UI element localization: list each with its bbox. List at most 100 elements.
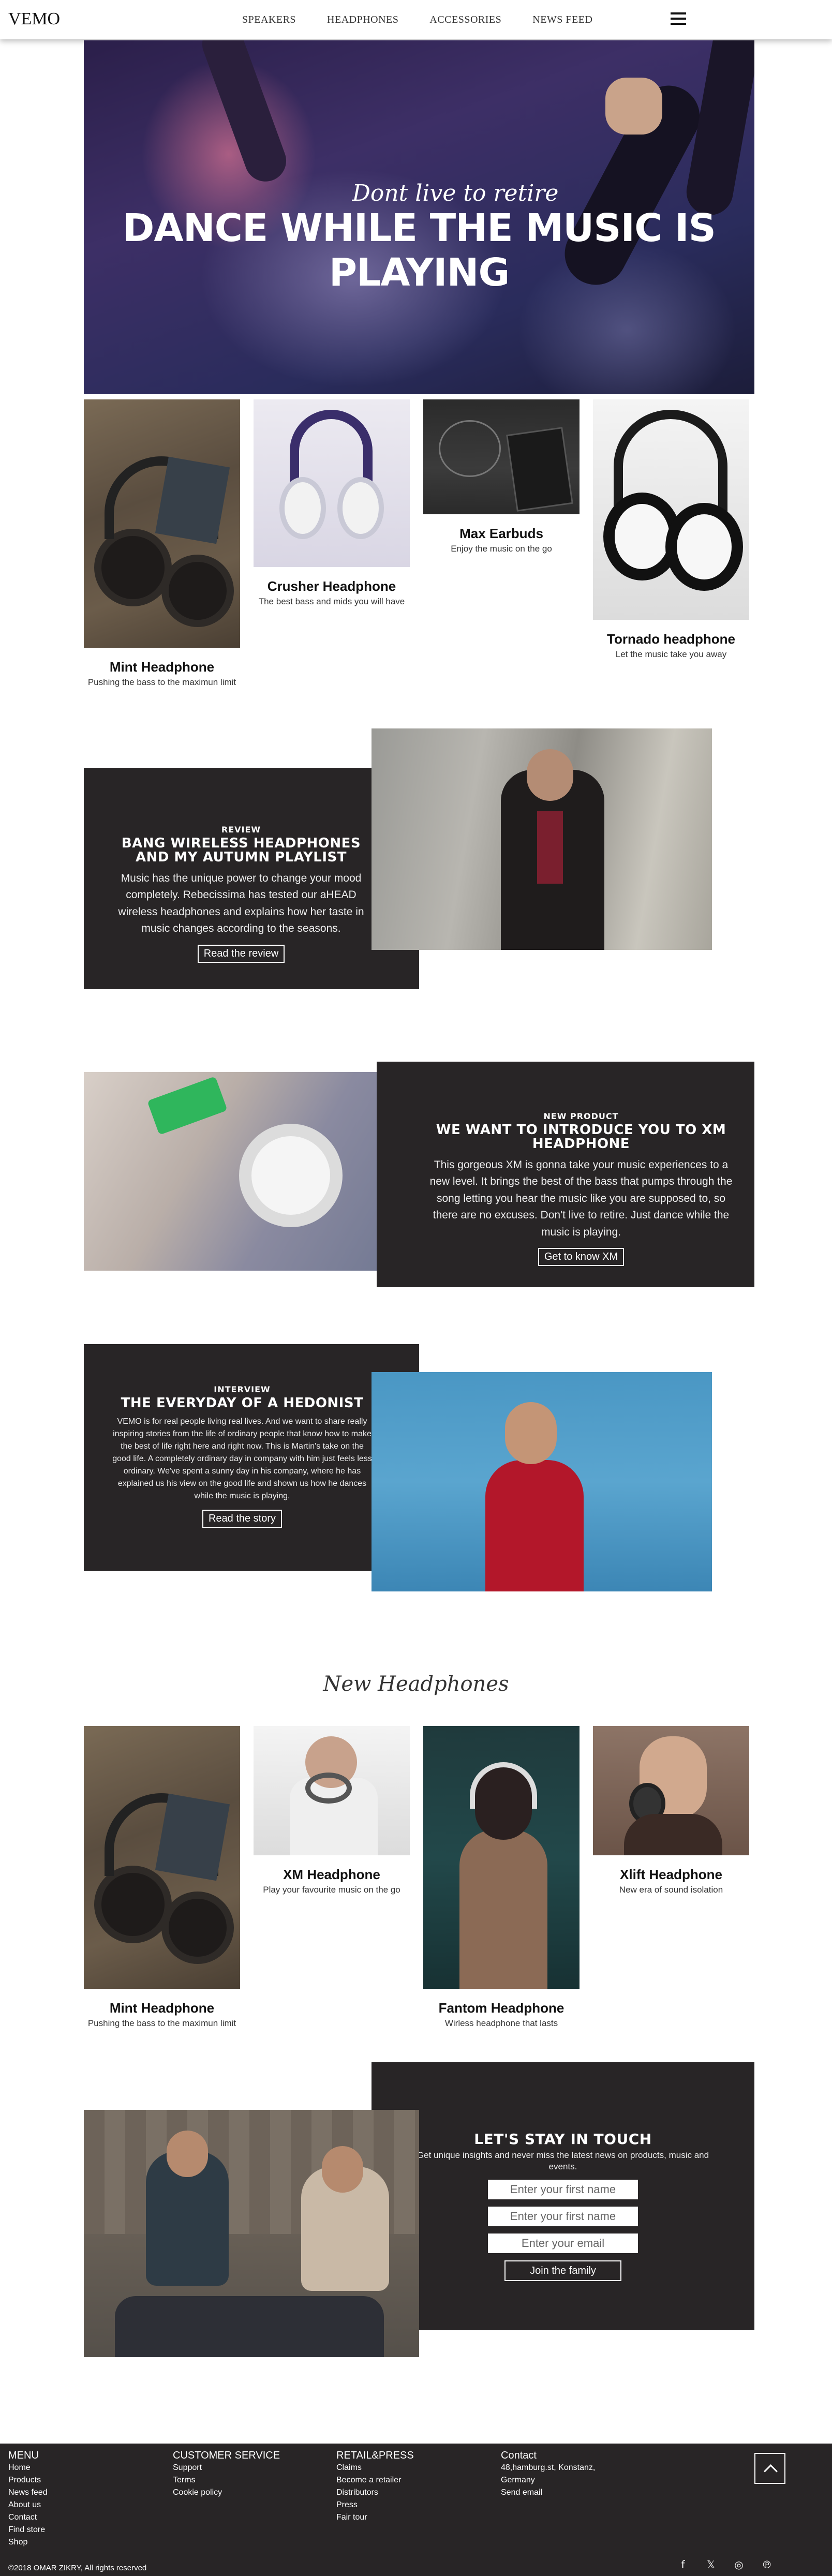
twitter-icon[interactable]: 𝕏	[706, 2558, 716, 2571]
footer-link-press[interactable]: Press	[336, 2499, 414, 2511]
review-title: BANG WIRELESS HEADPHONES AND MY AUTUMN P…	[121, 836, 361, 866]
footer-contact-col: Contact 48,hamburg.st, Konstanz, Germany…	[501, 2450, 595, 2499]
product-image	[423, 1726, 580, 1989]
new-headphone-card-xm[interactable]: XM Headphone Play your favourite music o…	[254, 1726, 410, 1895]
review-panel: REVIEW BANG WIRELESS HEADPHONES AND MY A…	[84, 768, 419, 989]
nav-link-news-feed[interactable]: NEWS FEED	[532, 14, 592, 26]
footer-link-fair-tour[interactable]: Fair tour	[336, 2511, 414, 2524]
hero-banner: Dont live to retire DANCE WHILE THE MUSI…	[84, 40, 754, 394]
product-image	[593, 1726, 749, 1855]
read-story-button[interactable]: Read the story	[202, 1510, 283, 1528]
product-image	[84, 399, 240, 648]
product-desc: Play your favourite music on the go	[263, 1885, 400, 1895]
footer-heading: Contact	[501, 2450, 537, 2461]
product-name: Fantom Headphone	[438, 2000, 564, 2016]
site-logo[interactable]: VEMO	[8, 9, 60, 29]
facebook-icon[interactable]: f	[678, 2558, 688, 2571]
product-name: Tornado headphone	[607, 631, 735, 647]
nav-link-accessories[interactable]: ACCESSORIES	[429, 14, 501, 26]
instagram-icon[interactable]: ◎	[734, 2558, 744, 2571]
product-desc: The best bass and mids you will have	[258, 597, 405, 606]
product-image	[593, 399, 749, 620]
interview-eyebrow: INTERVIEW	[214, 1384, 271, 1394]
footer-link-home[interactable]: Home	[8, 2462, 48, 2474]
interview-title: THE EVERYDAY OF A HEDONIST	[121, 1395, 364, 1411]
hero-subtitle: Dont live to retire	[352, 180, 559, 206]
top-navbar: VEMO SPEAKERS HEADPHONES ACCESSORIES NEW…	[0, 0, 832, 39]
footer-link-find-store[interactable]: Find store	[8, 2524, 48, 2536]
hamburger-icon[interactable]	[671, 12, 686, 26]
product-card-tornado[interactable]: Tornado headphone Let the music take you…	[593, 399, 749, 660]
new-headphone-card-mint[interactable]: Mint Headphone Pushing the bass to the m…	[84, 1726, 240, 2029]
newsletter-title: LET'S STAY IN TOUCH	[474, 2131, 652, 2148]
footer-link-products[interactable]: Products	[8, 2474, 48, 2486]
newsletter-subtitle: Get unique insights and never miss the l…	[417, 2150, 709, 2172]
main-nav: SPEAKERS HEADPHONES ACCESSORIES NEWS FEE…	[242, 14, 623, 26]
pinterest-icon[interactable]: ℗	[762, 2558, 772, 2571]
join-family-button[interactable]: Join the family	[504, 2260, 621, 2282]
product-desc: New era of sound isolation	[619, 1885, 723, 1895]
review-eyebrow: REVIEW	[221, 825, 261, 835]
product-image	[254, 399, 410, 567]
email-input[interactable]	[488, 2233, 638, 2254]
newsletter-panel: LET'S STAY IN TOUCH Get unique insights …	[372, 2062, 754, 2330]
footer-link-news-feed[interactable]: News feed	[8, 2486, 48, 2499]
footer-link-distributors[interactable]: Distributors	[336, 2486, 414, 2499]
product-name: Crusher Headphone	[267, 578, 396, 594]
new-headphones-heading: New Headphones	[323, 1672, 509, 1696]
product-card-mint[interactable]: Mint Headphone Pushing the bass to the m…	[84, 399, 240, 688]
footer-link-shop[interactable]: Shop	[8, 2536, 48, 2549]
product-image	[423, 399, 580, 514]
review-body: Music has the unique power to change you…	[118, 872, 364, 935]
footer-link-about-us[interactable]: About us	[8, 2499, 48, 2511]
new-product-panel: NEW PRODUCT WE WANT TO INTRODUCE YOU TO …	[377, 1062, 754, 1287]
product-name: Xlift Headphone	[620, 1867, 722, 1882]
contact-address-line: Germany	[501, 2476, 535, 2484]
new-product-body: This gorgeous XM is gonna take your musi…	[429, 1158, 733, 1238]
first-name-input[interactable]	[488, 2180, 638, 2200]
product-image	[84, 1726, 240, 1989]
contact-address-line: 48,hamburg.st, Konstanz,	[501, 2463, 596, 2472]
product-card-max-earbuds[interactable]: Max Earbuds Enjoy the music on the go	[423, 399, 580, 554]
review-photo	[372, 728, 712, 950]
nav-link-speakers[interactable]: SPEAKERS	[242, 14, 296, 26]
newsletter-photo	[84, 2110, 419, 2357]
hero-title: DANCE WHILE THE MUSIC IS PLAYING	[123, 206, 716, 295]
product-name: Mint Headphone	[109, 2000, 215, 2016]
interview-body: VEMO is for real people living real live…	[112, 1417, 372, 1501]
footer-customer-col: CUSTOMER SERVICE Support Terms Cookie po…	[173, 2450, 280, 2499]
footer-link-send-email[interactable]: Send email	[501, 2486, 595, 2499]
footer-link-terms[interactable]: Terms	[173, 2474, 280, 2486]
product-name: XM Headphone	[283, 1867, 380, 1882]
product-name: Mint Headphone	[109, 659, 215, 675]
product-desc: Wirless headphone that lasts	[444, 2018, 558, 2028]
site-footer: MENU Home Products News feed About us Co…	[0, 2444, 832, 2576]
footer-link-claims[interactable]: Claims	[336, 2462, 414, 2474]
product-desc: Pushing the bass to the maximun limit	[87, 677, 236, 687]
product-image	[254, 1726, 410, 1855]
product-card-crusher[interactable]: Crusher Headphone The best bass and mids…	[254, 399, 410, 607]
copyright-text: ©2018 OMAR ZIKRY, All rights reserved	[8, 2564, 147, 2572]
footer-heading: MENU	[8, 2450, 39, 2461]
interview-photo	[372, 1372, 712, 1591]
product-desc: Enjoy the music on the go	[451, 544, 552, 554]
second-name-input[interactable]	[488, 2207, 638, 2227]
social-links: f 𝕏 ◎ ℗	[678, 2558, 772, 2571]
product-name: Max Earbuds	[459, 526, 543, 541]
footer-heading: RETAIL&PRESS	[336, 2450, 414, 2461]
footer-link-contact[interactable]: Contact	[8, 2511, 48, 2524]
interview-panel: INTERVIEW THE EVERYDAY OF A HEDONIST VEM…	[84, 1344, 419, 1571]
read-review-button[interactable]: Read the review	[197, 944, 285, 963]
product-desc: Let the music take you away	[615, 649, 727, 659]
new-product-photo	[84, 1072, 424, 1271]
new-product-title: WE WANT TO INTRODUCE YOU TO XM HEADPHONE	[436, 1122, 726, 1152]
new-headphone-card-xlift[interactable]: Xlift Headphone New era of sound isolati…	[593, 1726, 749, 1895]
footer-link-become-retailer[interactable]: Become a retailer	[336, 2474, 414, 2486]
scroll-to-top-icon[interactable]	[754, 2453, 785, 2484]
footer-link-support[interactable]: Support	[173, 2462, 280, 2474]
get-to-know-xm-button[interactable]: Get to know XM	[538, 1248, 625, 1267]
nav-link-headphones[interactable]: HEADPHONES	[327, 14, 398, 26]
product-desc: Pushing the bass to the maximun limit	[87, 2018, 236, 2028]
footer-link-cookie-policy[interactable]: Cookie policy	[173, 2486, 280, 2499]
new-headphone-card-fantom[interactable]: Fantom Headphone Wirless headphone that …	[423, 1726, 580, 2029]
